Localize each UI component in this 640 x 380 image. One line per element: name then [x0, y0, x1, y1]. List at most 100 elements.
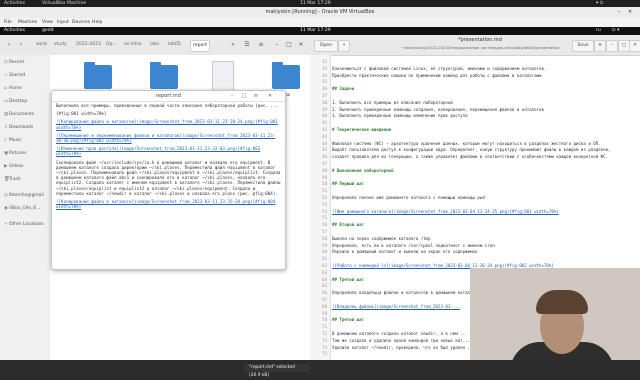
folder-icon[interactable]: [272, 62, 300, 89]
line-number: 41: [322, 120, 327, 126]
host-clock[interactable]: 11 Mar 17:29: [300, 0, 331, 7]
markdown-file-icon[interactable]: [212, 61, 234, 91]
close-icon[interactable]: ✕: [629, 40, 640, 52]
line-number: 35: [322, 79, 327, 85]
line-number: 54: [322, 208, 327, 214]
line-number: 44: [322, 140, 327, 146]
line-number: 73: [322, 337, 327, 343]
line-number: 55: [322, 215, 327, 221]
minimize-icon[interactable]: –: [618, 7, 621, 18]
code-line: # Выполнение лабораторной: [332, 167, 394, 173]
minimize-icon[interactable]: –: [606, 40, 618, 52]
menu-machine[interactable]: Machine: [18, 18, 37, 27]
line-number: 68: [322, 303, 327, 309]
code-line: Приобрести практические навыки по примен…: [332, 72, 544, 78]
line-number: 58: [322, 235, 327, 241]
sidebar-item-desktop[interactable]: ▭Desktop: [4, 98, 49, 106]
close-icon[interactable]: ✕: [296, 40, 306, 50]
code-line: ## Первый шаг: [332, 181, 365, 187]
menu-input[interactable]: Input: [57, 18, 69, 27]
code-line: ## Задачи: [332, 86, 355, 92]
line-number: 65: [322, 283, 327, 289]
menu-icon[interactable]: ≡: [594, 40, 606, 52]
code-line: Вывели на экран содержимое каталога /tmp: [332, 235, 431, 241]
minimize-icon[interactable]: –: [228, 92, 236, 100]
line-number: 46: [322, 154, 327, 160]
line-number: 40: [322, 113, 327, 119]
preview-line: Скопировала файл ~/usr/include/sys/io.h …: [56, 159, 281, 196]
host-top-bar: Activities VirtualBox Machine 11 Mar 17:…: [0, 0, 640, 7]
breadcrumb-os[interactable]: Op...: [104, 40, 119, 50]
breadcrumb-year[interactable]: 2022-2023: [74, 40, 103, 50]
code-line: ## Третий шаг: [332, 276, 365, 282]
line-number: 66: [322, 290, 327, 296]
sidebar-item-account[interactable]: ◎lbtomhe@gmail: [4, 192, 49, 200]
menu-help[interactable]: Help: [92, 18, 102, 27]
menu-view[interactable]: View: [42, 18, 53, 27]
guest-app-menu[interactable]: gedit: [42, 27, 54, 35]
sidebar-item-documents[interactable]: ▤Documents: [4, 111, 49, 119]
line-number: 51: [322, 188, 327, 194]
webcam-overlay: [470, 268, 640, 360]
menu-file[interactable]: File: [4, 18, 12, 27]
folder-icon[interactable]: [84, 62, 112, 89]
line-number: 61: [322, 256, 327, 262]
back-icon[interactable]: ‹: [4, 40, 14, 50]
minimize-icon[interactable]: –: [272, 40, 282, 50]
preview-line: Выполнила все примеры, приведенные в пер…: [56, 103, 278, 108]
view-list-icon[interactable]: ☰: [242, 40, 252, 50]
host-app-menu[interactable]: VirtualBox Machine: [42, 0, 86, 7]
sidebar-item-vbox-gas[interactable]: ◉VBox_GAs_6...: [4, 205, 49, 213]
host-system-icons[interactable]: ▾ ⏻: [596, 0, 603, 7]
save-button[interactable]: Save: [572, 40, 594, 52]
line-number: 42: [322, 127, 327, 132]
language-indicator[interactable]: ru: [596, 27, 601, 35]
menu-icon[interactable]: ≡: [256, 40, 266, 50]
code-line: Определила владельца файлов и каталогов …: [332, 290, 478, 296]
close-icon[interactable]: ✕: [628, 7, 632, 18]
code-line: создает правила для их генерации, а такж…: [332, 154, 609, 160]
document-title: *presentation.md: [458, 37, 502, 43]
guest-activities[interactable]: Activities: [4, 27, 25, 35]
sidebar-item-videos[interactable]: ▶ Videos: [4, 163, 49, 171]
code-line: ## Третий шаг: [332, 317, 365, 323]
sidebar-item-pictures[interactable]: ▣Pictures: [4, 150, 49, 158]
maximize-icon[interactable]: □: [284, 40, 294, 50]
breadcrumb-work[interactable]: work: [34, 40, 49, 50]
folder-icon[interactable]: [150, 62, 178, 89]
guest-clock[interactable]: 11 Mar 17:29: [300, 27, 331, 35]
new-tab-icon[interactable]: +: [338, 40, 350, 52]
line-number: 74: [322, 344, 327, 350]
sidebar-item-downloads[interactable]: ⇩Downloads: [4, 124, 49, 132]
breadcrumb-os-intro[interactable]: os-intro: [122, 40, 143, 50]
power-icon[interactable]: ⏻ ▾: [612, 27, 619, 35]
line-number: 43: [322, 133, 327, 139]
line-number: 69: [322, 310, 327, 316]
preview-line: ![Изменение прав доступа](image/Screensh…: [56, 146, 261, 157]
open-button[interactable]: Open: [314, 40, 338, 52]
sidebar-item-recent[interactable]: ◷Recent: [4, 59, 49, 67]
line-number: 49: [322, 174, 327, 180]
sidebar-item-trash[interactable]: 🗑Trash: [4, 176, 49, 184]
code-line: ![Имя домашнего каталога](image/Screensh…: [332, 208, 559, 214]
forward-icon[interactable]: ›: [16, 40, 26, 50]
close-icon[interactable]: ✕: [266, 92, 274, 100]
line-number: 50: [322, 181, 327, 187]
sidebar-item-music[interactable]: ♪ Music: [4, 137, 49, 145]
line-number-gutter: 32 33 34 35 36 37 38 39 40 41 42 43 44 45 46 47 48 49 50 51…: [310, 55, 331, 360]
vbox-window-title: makiyskin [Running] - Oracle VM VirtualB…: [265, 9, 375, 15]
sidebar-item-other-locations[interactable]: +Other Locations: [4, 221, 49, 229]
menu-icon[interactable]: ≡: [252, 92, 260, 100]
guest-top-bar: Activities gedit 11 Mar 17:29 ru ⏻ ▾: [0, 27, 640, 35]
breadcrumb-report[interactable]: report: [190, 40, 211, 52]
host-activities[interactable]: Activities: [4, 0, 25, 7]
menu-devices[interactable]: Devices: [72, 18, 90, 27]
sidebar-item-starred[interactable]: ☆Starred: [4, 72, 49, 80]
preview-line: ![Копирование файла в каталоги](image/Sc…: [56, 199, 276, 210]
maximize-icon[interactable]: □: [240, 92, 248, 100]
breadcrumb-lab05[interactable]: lab05: [166, 40, 183, 50]
breadcrumb-study[interactable]: study: [52, 40, 69, 50]
sidebar-item-home[interactable]: ⌂ Home: [4, 85, 49, 93]
search-icon[interactable]: ⌕: [228, 40, 238, 50]
breadcrumb-labs[interactable]: labs: [148, 40, 161, 50]
